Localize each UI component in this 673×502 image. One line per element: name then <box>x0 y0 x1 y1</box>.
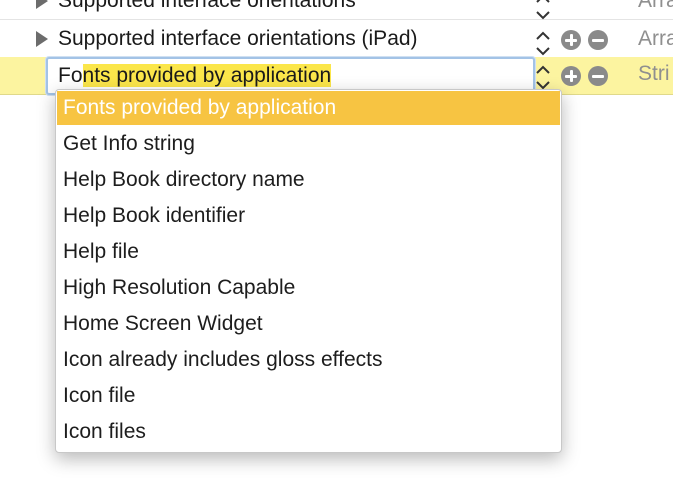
up-down-chevron-icon[interactable] <box>534 29 552 59</box>
minus-circle-icon[interactable] <box>588 30 608 50</box>
popup-item[interactable]: Icon files <box>57 415 560 449</box>
plist-type: Arra <box>638 27 673 50</box>
minus-circle-icon[interactable] <box>588 66 608 86</box>
popup-item[interactable]: Icon already includes gloss effects <box>57 343 560 377</box>
popup-item[interactable]: Home Screen Widget <box>57 307 560 341</box>
popup-item[interactable]: Help Book identifier <box>57 199 560 233</box>
popup-item[interactable]: Get Info string <box>57 127 560 161</box>
autocomplete-text: nts provided by application <box>82 64 332 87</box>
key-input-value[interactable]: Fonts provided by application <box>58 64 332 88</box>
plist-row[interactable]: Supported interface orientations (iPad) … <box>0 22 673 58</box>
popup-item[interactable]: Icon file <box>57 379 560 413</box>
plist-key: Supported interface orientations (iPad) <box>58 27 418 50</box>
popup-item[interactable]: Help Book directory name <box>57 163 560 197</box>
plus-circle-icon[interactable] <box>561 66 581 86</box>
plist-type: Arra <box>638 0 673 12</box>
popup-item[interactable]: Fonts provided by application <box>57 91 560 125</box>
typed-text: Fo <box>58 64 83 87</box>
plist-row[interactable]: Supported interface orientations Arra <box>0 0 673 20</box>
popup-item[interactable]: High Resolution Capable <box>57 271 560 305</box>
popup-item[interactable]: Help file <box>57 235 560 269</box>
disclosure-triangle-icon[interactable] <box>36 31 48 47</box>
disclosure-triangle-icon[interactable] <box>36 0 48 9</box>
plist-type: Stri <box>638 62 670 85</box>
up-down-chevron-icon[interactable] <box>534 0 552 24</box>
plist-key: Supported interface orientations <box>58 0 356 12</box>
autocomplete-popup[interactable]: Fonts provided by application Get Info s… <box>55 89 562 453</box>
plus-circle-icon[interactable] <box>561 30 581 50</box>
